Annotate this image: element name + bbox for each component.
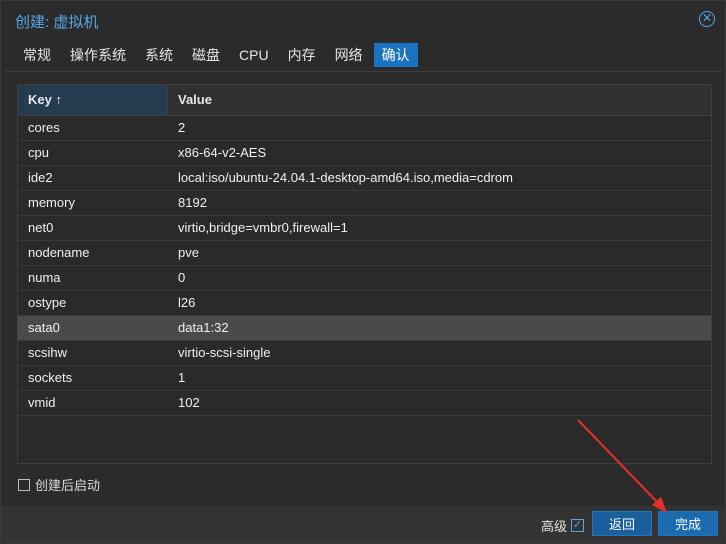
row-key: nodename <box>28 245 90 260</box>
close-icon[interactable]: ✕ <box>699 11 715 27</box>
start-after-create-option[interactable]: 创建后启动 <box>18 475 100 494</box>
advanced-label: 高级 <box>541 519 568 534</box>
table-row[interactable]: sata0 data1:32 <box>18 316 711 341</box>
table-row[interactable]: cpu x86-64-v2-AES <box>18 141 711 166</box>
tab-system[interactable]: 系统 <box>137 43 181 67</box>
value-column-header[interactable]: Value <box>168 85 711 115</box>
grid-body: cores 2 cpu x86-64-v2-AES ide2 local:iso/ubun… <box>18 116 711 416</box>
dialog-titlebar: 创建: 虚拟机 ✕ <box>1 1 725 39</box>
row-value: x86-64-v2-AES <box>178 145 267 160</box>
table-row[interactable]: net0 virtio,bridge=vmbr0,firewall=1 <box>18 216 711 241</box>
row-value: virtio-scsi-single <box>178 345 271 360</box>
start-after-create-checkbox[interactable] <box>18 478 30 491</box>
row-key: net0 <box>28 220 54 235</box>
row-key: ide2 <box>28 170 53 185</box>
table-row[interactable]: sockets 1 <box>18 366 711 391</box>
row-value: 2 <box>178 120 186 135</box>
finish-button[interactable]: 完成 <box>658 511 718 536</box>
row-key: memory <box>28 195 75 210</box>
table-row[interactable]: ostype l26 <box>18 291 711 316</box>
row-value: 1 <box>178 370 186 385</box>
row-key: sata0 <box>28 320 60 335</box>
tab-cpu[interactable]: CPU <box>231 43 277 67</box>
summary-grid: Key ↑ Value cores 2 cpu x86-64-v2-AES ide2 lo… <box>17 84 712 464</box>
row-value: 102 <box>178 395 200 410</box>
back-button[interactable]: 返回 <box>592 511 652 536</box>
dialog-title: 创建: 虚拟机 <box>15 14 99 31</box>
grid-header: Key ↑ Value <box>18 85 711 116</box>
row-value: virtio,bridge=vmbr0,firewall=1 <box>178 220 348 235</box>
tab-divider <box>5 71 721 72</box>
row-key: vmid <box>28 395 56 410</box>
wizard-tabs: 常规 操作系统 系统 磁盘 CPU 内存 网络 确认 <box>15 43 421 67</box>
row-key: numa <box>28 270 61 285</box>
row-key: ostype <box>28 295 67 310</box>
create-vm-dialog: 创建: 虚拟机 ✕ 常规 操作系统 系统 磁盘 CPU 内存 网络 确认 Key… <box>0 0 726 544</box>
row-value: l26 <box>178 295 196 310</box>
tab-general[interactable]: 常规 <box>15 43 59 67</box>
row-value: pve <box>178 245 199 260</box>
table-row[interactable]: vmid 102 <box>18 391 711 416</box>
table-row[interactable]: cores 2 <box>18 116 711 141</box>
row-key: sockets <box>28 370 73 385</box>
row-key: scsihw <box>28 345 68 360</box>
row-value: 0 <box>178 270 186 285</box>
advanced-checkbox[interactable]: ✓ <box>571 519 585 532</box>
row-value: data1:32 <box>178 320 229 335</box>
advanced-option[interactable]: 高级 ✓ <box>541 516 585 535</box>
table-row[interactable]: numa 0 <box>18 266 711 291</box>
tab-network[interactable]: 网络 <box>327 43 371 67</box>
tab-os[interactable]: 操作系统 <box>62 43 134 67</box>
tab-memory[interactable]: 内存 <box>280 43 324 67</box>
tab-disks[interactable]: 磁盘 <box>184 43 228 67</box>
table-row[interactable]: ide2 local:iso/ubuntu-24.04.1-desktop-amd… <box>18 166 711 191</box>
table-row[interactable]: scsihw virtio-scsi-single <box>18 341 711 366</box>
tab-confirm[interactable]: 确认 <box>373 43 418 67</box>
row-key: cpu <box>28 145 49 160</box>
table-row[interactable]: memory 8192 <box>18 191 711 216</box>
table-row[interactable]: nodename pve <box>18 241 711 266</box>
row-key: cores <box>28 120 60 135</box>
key-column-header[interactable]: Key ↑ <box>18 85 168 115</box>
row-value: local:iso/ubuntu-24.04.1-desktop-amd64.i… <box>178 170 513 185</box>
start-after-create-label: 创建后启动 <box>35 478 101 493</box>
row-value: 8192 <box>178 195 207 210</box>
